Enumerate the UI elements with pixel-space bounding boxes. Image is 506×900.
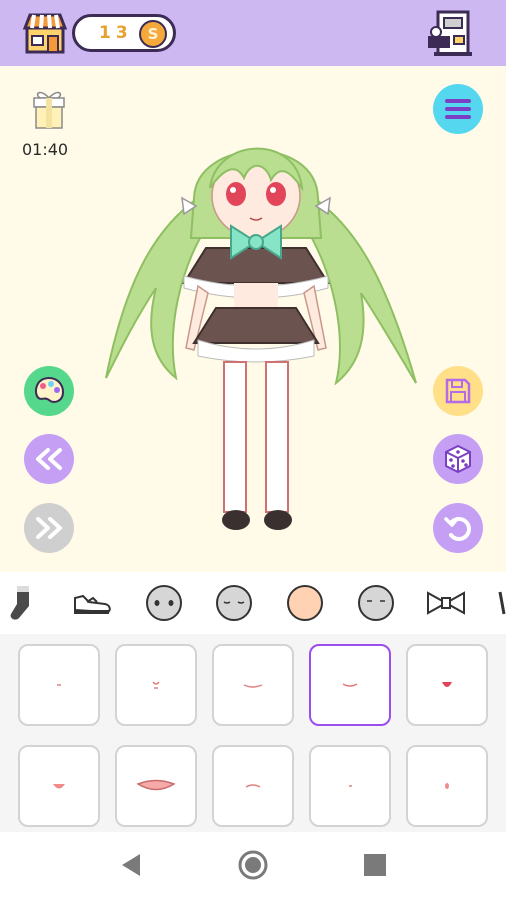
mouth-thumb bbox=[152, 681, 160, 689]
sock-icon bbox=[10, 586, 29, 620]
face-icon bbox=[358, 585, 394, 621]
shop-icon[interactable] bbox=[22, 10, 68, 56]
system-nav-bar bbox=[0, 832, 506, 900]
save-button[interactable] bbox=[433, 366, 483, 416]
palette-icon bbox=[34, 376, 65, 403]
recents-icon[interactable] bbox=[364, 854, 386, 880]
mouth-thumb bbox=[245, 784, 261, 788]
gift-icon[interactable] bbox=[30, 86, 68, 130]
category-face-2[interactable] bbox=[212, 582, 256, 624]
mouth-option-7[interactable] bbox=[115, 745, 197, 827]
rewind-icon bbox=[36, 448, 62, 470]
gift-timer: 01:40 bbox=[22, 140, 69, 159]
coin-count: 13 bbox=[99, 23, 133, 43]
mouth-thumb bbox=[342, 683, 358, 687]
back-icon[interactable] bbox=[120, 852, 142, 882]
mouth-option-10[interactable] bbox=[406, 745, 488, 827]
shoe-icon bbox=[74, 594, 111, 614]
mouth-option-5[interactable] bbox=[406, 644, 488, 726]
category-face-1[interactable] bbox=[142, 582, 186, 624]
fast-forward-icon bbox=[36, 517, 62, 539]
palette-button[interactable] bbox=[24, 366, 74, 416]
category-mouth[interactable] bbox=[283, 582, 327, 624]
dice-icon bbox=[445, 444, 471, 474]
menu-button[interactable] bbox=[433, 84, 483, 134]
character-avatar bbox=[86, 118, 426, 548]
category-bar bbox=[0, 572, 506, 635]
category-bow[interactable] bbox=[424, 582, 468, 624]
save-icon bbox=[445, 378, 471, 404]
undo-button[interactable] bbox=[433, 503, 483, 553]
mouth-thumb bbox=[442, 682, 452, 687]
home-icon[interactable] bbox=[237, 849, 269, 885]
face-sleepy-icon bbox=[216, 585, 252, 621]
category-socks[interactable] bbox=[0, 582, 44, 624]
coin-counter: 13 S bbox=[72, 14, 176, 52]
mouth-thumb bbox=[445, 783, 449, 789]
mouth-thumb bbox=[243, 684, 263, 688]
mouth-option-3[interactable] bbox=[212, 644, 294, 726]
mouth-thumb bbox=[57, 684, 61, 686]
mouth-thumb bbox=[349, 785, 352, 787]
category-face-3[interactable] bbox=[354, 582, 398, 624]
mouth-option-9[interactable] bbox=[309, 745, 391, 827]
previous-button[interactable] bbox=[24, 434, 74, 484]
mouth-options-grid bbox=[0, 634, 506, 832]
gacha-machine-icon[interactable] bbox=[424, 8, 476, 58]
face-skin-icon bbox=[287, 585, 323, 621]
bow-icon bbox=[427, 591, 465, 615]
top-bar: 13 S bbox=[0, 0, 506, 66]
mouth-thumb bbox=[136, 779, 176, 791]
category-more[interactable] bbox=[492, 582, 506, 624]
random-button[interactable] bbox=[433, 434, 483, 484]
mouth-option-4-selected[interactable] bbox=[309, 644, 391, 726]
mouth-option-1[interactable] bbox=[18, 644, 100, 726]
mouth-option-8[interactable] bbox=[212, 745, 294, 827]
mouth-option-2[interactable] bbox=[115, 644, 197, 726]
partial-icon bbox=[498, 591, 506, 615]
menu-icon bbox=[445, 99, 471, 119]
mouth-thumb bbox=[53, 784, 65, 789]
undo-icon bbox=[444, 517, 471, 541]
face-icon bbox=[146, 585, 182, 621]
coin-icon: S bbox=[139, 20, 167, 48]
mouth-option-6[interactable] bbox=[18, 745, 100, 827]
next-button[interactable] bbox=[24, 503, 74, 553]
category-shoes[interactable] bbox=[70, 582, 114, 624]
